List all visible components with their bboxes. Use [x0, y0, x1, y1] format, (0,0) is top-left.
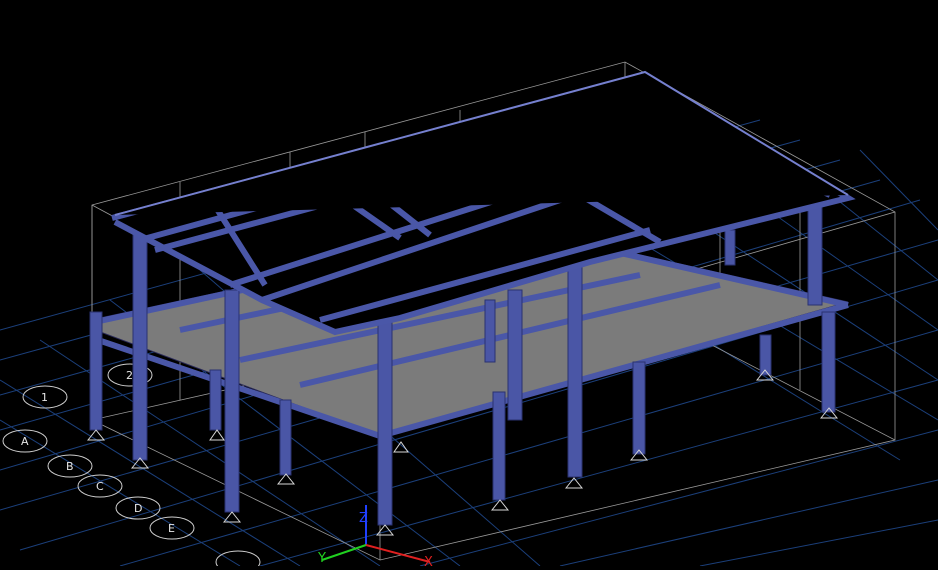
model-viewport-3d[interactable]: 1 2 A B C D E Z Y X — [0, 0, 938, 570]
column[interactable] — [759, 334, 772, 376]
grid-bubble-f[interactable] — [215, 550, 261, 570]
grid-label-e: E — [168, 522, 175, 535]
grid-label-a: A — [21, 435, 29, 448]
column[interactable] — [279, 399, 292, 476]
structure-model-view[interactable]: 1 2 A B C D E Z Y X — [0, 0, 938, 570]
column[interactable] — [492, 391, 506, 501]
axis-z-label: Z — [359, 511, 368, 526]
column[interactable] — [224, 289, 240, 513]
column[interactable] — [132, 231, 148, 461]
grid-label-c: C — [96, 480, 104, 493]
grid-label-1: 1 — [41, 391, 48, 404]
column[interactable] — [807, 199, 823, 306]
axis-y-label: Y — [317, 551, 326, 566]
column[interactable] — [89, 311, 103, 431]
grid-label-d: D — [134, 502, 142, 515]
axis-x-label: X — [424, 555, 433, 566]
grid-label-b: B — [66, 460, 74, 473]
column[interactable] — [821, 311, 836, 413]
column[interactable] — [209, 369, 222, 431]
column[interactable] — [507, 289, 523, 421]
column[interactable] — [484, 299, 496, 363]
column[interactable] — [724, 229, 736, 266]
column[interactable] — [632, 361, 646, 455]
column[interactable] — [377, 319, 393, 526]
column[interactable] — [567, 261, 583, 478]
grid-label-2: 2 — [126, 369, 133, 382]
